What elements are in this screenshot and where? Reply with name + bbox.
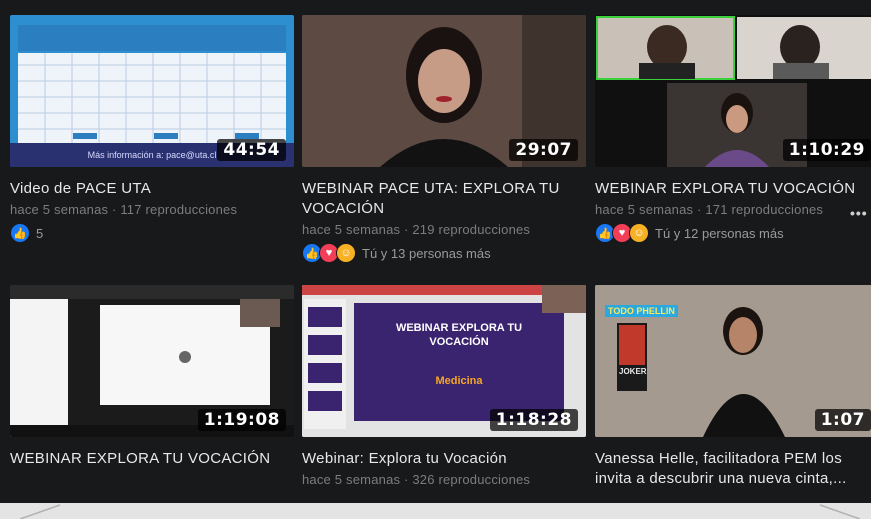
- right-edge-icon: [820, 504, 860, 519]
- video-duration: 1:19:08: [197, 409, 286, 431]
- left-edge-icon: [20, 504, 60, 519]
- bottom-bar: [0, 503, 871, 519]
- video-duration: 29:07: [509, 139, 578, 161]
- video-card[interactable]: 29:07 WEBINAR PACE UTA: EXPLORA TU VOCAC…: [302, 15, 586, 263]
- video-title[interactable]: WEBINAR EXPLORA TU VOCACIÓN: [10, 449, 294, 469]
- video-title[interactable]: Vanessa Helle, facilitadora PEM los invi…: [595, 449, 871, 489]
- video-meta: hace 5 semanas · 219 reproducciones: [302, 222, 531, 237]
- video-meta: hace 5 semanas · 171 reproducciones: [595, 202, 824, 217]
- video-card[interactable]: 1:10:29 WEBINAR EXPLORA TU VOCACIÓN hace…: [595, 15, 871, 243]
- poster-title: JOKER: [619, 367, 647, 376]
- reactions-row[interactable]: 👍 ♥ ☺ Tú y 12 personas más: [595, 223, 871, 243]
- sheet-area: [18, 53, 286, 143]
- video-thumbnail[interactable]: WEBINAR EXPLORA TU VOCACIÓN Medicina 1:1…: [302, 285, 586, 437]
- channel-sign: TODO PHELLIN: [605, 305, 678, 317]
- video-grid: Más información a: pace@uta.cl 44:54 Vid…: [0, 0, 871, 503]
- video-meta: hace 5 semanas · 326 reproducciones: [302, 472, 531, 487]
- more-options-icon[interactable]: •••: [850, 205, 868, 221]
- video-duration: 44:54: [217, 139, 286, 161]
- slide-title: WEBINAR EXPLORA TU VOCACIÓN: [395, 322, 523, 348]
- video-duration: 1:10:29: [782, 139, 871, 161]
- video-title[interactable]: Webinar: Explora tu Vocación: [302, 449, 586, 469]
- video-thumbnail[interactable]: Más información a: pace@uta.cl 44:54: [10, 15, 294, 167]
- video-duration: 1:18:28: [489, 409, 578, 431]
- slide-subtitle: Medicina: [435, 375, 483, 387]
- video-thumbnail[interactable]: 29:07: [302, 15, 586, 167]
- like-icon: 👍: [10, 223, 30, 243]
- video-title[interactable]: WEBINAR EXPLORA TU VOCACIÓN: [595, 179, 871, 199]
- video-title[interactable]: WEBINAR PACE UTA: EXPLORA TU VOCACIÓN: [302, 179, 586, 219]
- video-thumbnail[interactable]: 1:10:29: [595, 15, 871, 167]
- video-card[interactable]: WEBINAR EXPLORA TU VOCACIÓN Medicina 1:1…: [302, 285, 586, 487]
- sheet-grid: [18, 53, 286, 143]
- reaction-summary: Tú y 13 personas más: [362, 245, 491, 261]
- video-thumbnail[interactable]: TODO PHELLIN JOKER 1:07: [595, 285, 871, 437]
- video-duration: 1:07: [814, 409, 871, 431]
- reactions-row[interactable]: 👍 5: [10, 223, 294, 243]
- video-card[interactable]: 1:19:08 WEBINAR EXPLORA TU VOCACIÓN: [10, 285, 294, 469]
- video-title[interactable]: Video de PACE UTA: [10, 179, 294, 199]
- video-card[interactable]: TODO PHELLIN JOKER 1:07 Vanessa Helle, f…: [595, 285, 871, 489]
- reaction-summary: Tú y 12 personas más: [655, 225, 784, 241]
- video-card[interactable]: Más información a: pace@uta.cl 44:54 Vid…: [10, 15, 294, 243]
- reaction-count: 5: [36, 225, 44, 241]
- care-icon: ☺: [629, 223, 649, 243]
- care-icon: ☺: [336, 243, 356, 263]
- sheet-header: [18, 25, 286, 51]
- video-meta: hace 5 semanas · 117 reproducciones: [10, 202, 238, 217]
- reactions-row[interactable]: 👍 ♥ ☺ Tú y 13 personas más: [302, 243, 586, 263]
- video-thumbnail[interactable]: 1:19:08: [10, 285, 294, 437]
